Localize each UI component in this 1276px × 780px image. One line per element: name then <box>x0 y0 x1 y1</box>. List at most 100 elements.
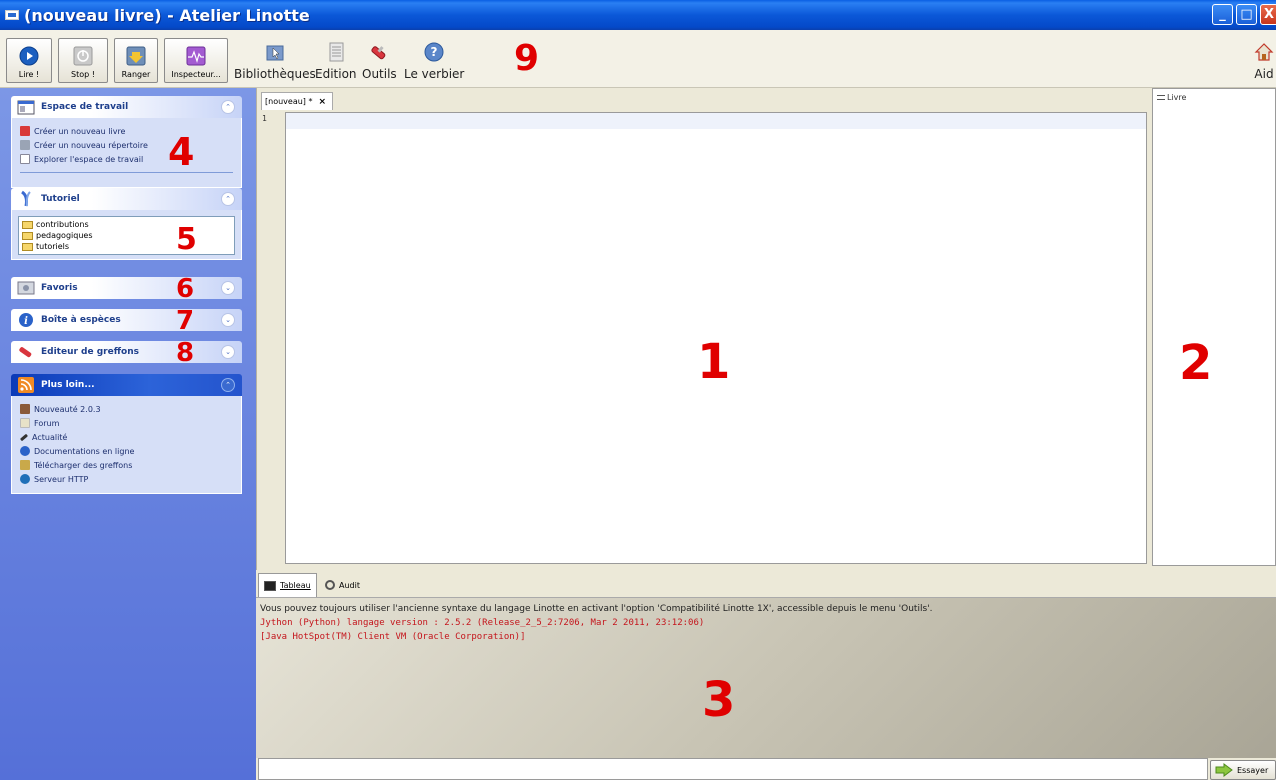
tab-tableau-label: Tableau <box>280 581 311 590</box>
expand-chevron-icon[interactable]: ⌄ <box>221 281 235 295</box>
folder-tutoriels[interactable]: tutoriels <box>22 241 231 252</box>
collapse-chevron-icon[interactable]: ⌃ <box>221 192 235 206</box>
tutorial-title: Tutoriel <box>41 194 80 204</box>
menu-help[interactable]: Aid <box>1254 42 1274 81</box>
link-http-server[interactable]: Serveur HTTP <box>20 472 233 486</box>
more-panel: Plus loin... ⌃ Nouveauté 2.0.3 Forum Act… <box>11 374 242 494</box>
menu-verbier-label: Le verbier <box>404 67 465 81</box>
expand-chevron-icon[interactable]: ⌄ <box>221 313 235 327</box>
book-outline-title: Livre <box>1167 93 1187 102</box>
link-news[interactable]: Nouveauté 2.0.3 <box>20 402 233 416</box>
annotation-9: 9 <box>514 38 540 79</box>
explore-workspace-label: Explorer l'espace de travail <box>34 154 144 164</box>
home-icon <box>1254 42 1274 62</box>
maximize-button[interactable]: □ <box>1236 4 1257 25</box>
minimize-button[interactable]: _ <box>1212 4 1233 25</box>
book-outline-panel: Livre 2 <box>1152 88 1276 566</box>
menu-libraries[interactable]: Bibliothèques <box>234 42 316 81</box>
link-download-plugins[interactable]: Télécharger des greffons <box>20 458 233 472</box>
arrow-right-icon <box>1215 763 1233 777</box>
console-tabs: Tableau Audit <box>256 570 1276 598</box>
menu-edition[interactable]: Edition <box>315 42 357 81</box>
new-directory-item[interactable]: Créer un nouveau répertoire <box>20 138 233 152</box>
console-output: Vous pouvez toujours utiliser l'ancienne… <box>256 598 1276 758</box>
save-icon <box>126 46 146 66</box>
console-area: Tableau Audit Vous pouvez toujours utili… <box>256 570 1276 780</box>
menu-tools[interactable]: Outils <box>362 42 397 81</box>
tab-audit[interactable]: Audit <box>320 573 365 597</box>
more-header[interactable]: Plus loin... ⌃ <box>11 374 242 396</box>
console-line: Vous pouvez toujours utiliser l'ancienne… <box>260 604 933 614</box>
link-forum[interactable]: Forum <box>20 416 233 430</box>
folder-contributions-label: contributions <box>36 220 89 229</box>
line-gutter: 1 <box>259 110 285 562</box>
folder-icon <box>22 231 33 240</box>
tutorial-header[interactable]: Tutoriel ⌃ <box>11 188 242 210</box>
plugin-editor-header[interactable]: Editeur de greffons ⌄ <box>11 341 242 363</box>
plugin-editor-title: Editeur de greffons <box>41 347 139 357</box>
new-book-item[interactable]: Créer un nouveau livre <box>20 124 233 138</box>
tutorial-icon <box>15 188 37 210</box>
stop-button[interactable]: Stop ! <box>58 38 108 83</box>
stop-icon <box>73 46 93 66</box>
save-button-label: Ranger <box>121 70 151 79</box>
annotation-2: 2 <box>1179 335 1213 391</box>
tab-new-book[interactable]: [nouveau] * × <box>261 92 333 110</box>
favorites-panel: Favoris ⌄ <box>11 277 242 299</box>
download-icon <box>20 460 30 470</box>
console-line: [Java HotSpot(TM) Client VM (Oracle Corp… <box>260 632 526 642</box>
new-book-label: Créer un nouveau livre <box>34 126 126 136</box>
tutorial-panel: Tutoriel ⌃ contributions pedagogiques tu… <box>11 188 242 260</box>
annotation-1: 1 <box>697 334 731 390</box>
info-icon: i <box>15 309 37 331</box>
link-download-plugins-label: Télécharger des greffons <box>34 460 133 470</box>
close-button[interactable]: X <box>1260 4 1276 25</box>
tab-close-icon[interactable]: × <box>318 97 326 107</box>
link-actuality-label: Actualité <box>32 432 68 442</box>
current-line-highlight <box>286 113 1146 129</box>
link-http-server-label: Serveur HTTP <box>34 474 89 484</box>
favorites-title: Favoris <box>41 283 78 293</box>
inspector-button[interactable]: Inspecteur... <box>164 38 228 83</box>
book-icon <box>20 126 30 136</box>
link-actuality[interactable]: Actualité <box>19 430 233 444</box>
annotation-8: 8 <box>176 338 195 368</box>
play-icon <box>19 46 39 66</box>
annotation-6: 6 <box>176 274 195 304</box>
console-input[interactable] <box>258 758 1208 780</box>
svg-text:?: ? <box>431 45 438 59</box>
annotation-7: 7 <box>176 306 195 336</box>
workspace-panel: Espace de travail ⌃ Créer un nouveau liv… <box>11 96 242 188</box>
tab-new-book-label: [nouveau] * <box>265 97 313 106</box>
expand-chevron-icon[interactable]: ⌄ <box>221 345 235 359</box>
annotation-3: 3 <box>702 672 736 728</box>
forum-icon <box>20 418 30 428</box>
try-button[interactable]: Essayer <box>1210 760 1276 780</box>
tutorial-tree: contributions pedagogiques tutoriels <box>18 216 235 255</box>
menu-verbier[interactable]: ? Le verbier <box>404 42 464 81</box>
collapse-chevron-icon[interactable]: ⌃ <box>221 378 235 392</box>
save-button[interactable]: Ranger <box>114 38 158 83</box>
workspace-header[interactable]: Espace de travail ⌃ <box>11 96 242 118</box>
species-box-panel: i Boîte à espèces ⌄ <box>11 309 242 331</box>
link-docs[interactable]: Documentations en ligne <box>20 444 233 458</box>
folder-contributions[interactable]: contributions <box>22 219 231 230</box>
book-outline-header: Livre <box>1153 89 1275 102</box>
plugin-editor-panel: Editeur de greffons ⌄ <box>11 341 242 363</box>
directory-icon <box>20 140 30 150</box>
list-icon <box>1157 95 1165 100</box>
collapse-chevron-icon[interactable]: ⌃ <box>221 100 235 114</box>
tools-icon <box>15 341 37 363</box>
folder-pedagogiques[interactable]: pedagogiques <box>22 230 231 241</box>
rss-icon <box>15 374 37 396</box>
explore-workspace-item[interactable]: Explorer l'espace de travail <box>20 152 233 166</box>
more-body: Nouveauté 2.0.3 Forum Actualité Document… <box>11 396 242 494</box>
tab-tableau[interactable]: Tableau <box>258 573 317 597</box>
species-box-header[interactable]: i Boîte à espèces ⌄ <box>11 309 242 331</box>
toolbar: Lire ! Stop ! Ranger Inspecteur... Bibli… <box>0 30 1276 88</box>
document-icon <box>326 42 346 62</box>
favorites-header[interactable]: Favoris ⌄ <box>11 277 242 299</box>
stop-button-label: Stop ! <box>71 70 95 79</box>
run-button[interactable]: Lire ! <box>6 38 52 83</box>
menu-libraries-label: Bibliothèques <box>234 67 316 81</box>
